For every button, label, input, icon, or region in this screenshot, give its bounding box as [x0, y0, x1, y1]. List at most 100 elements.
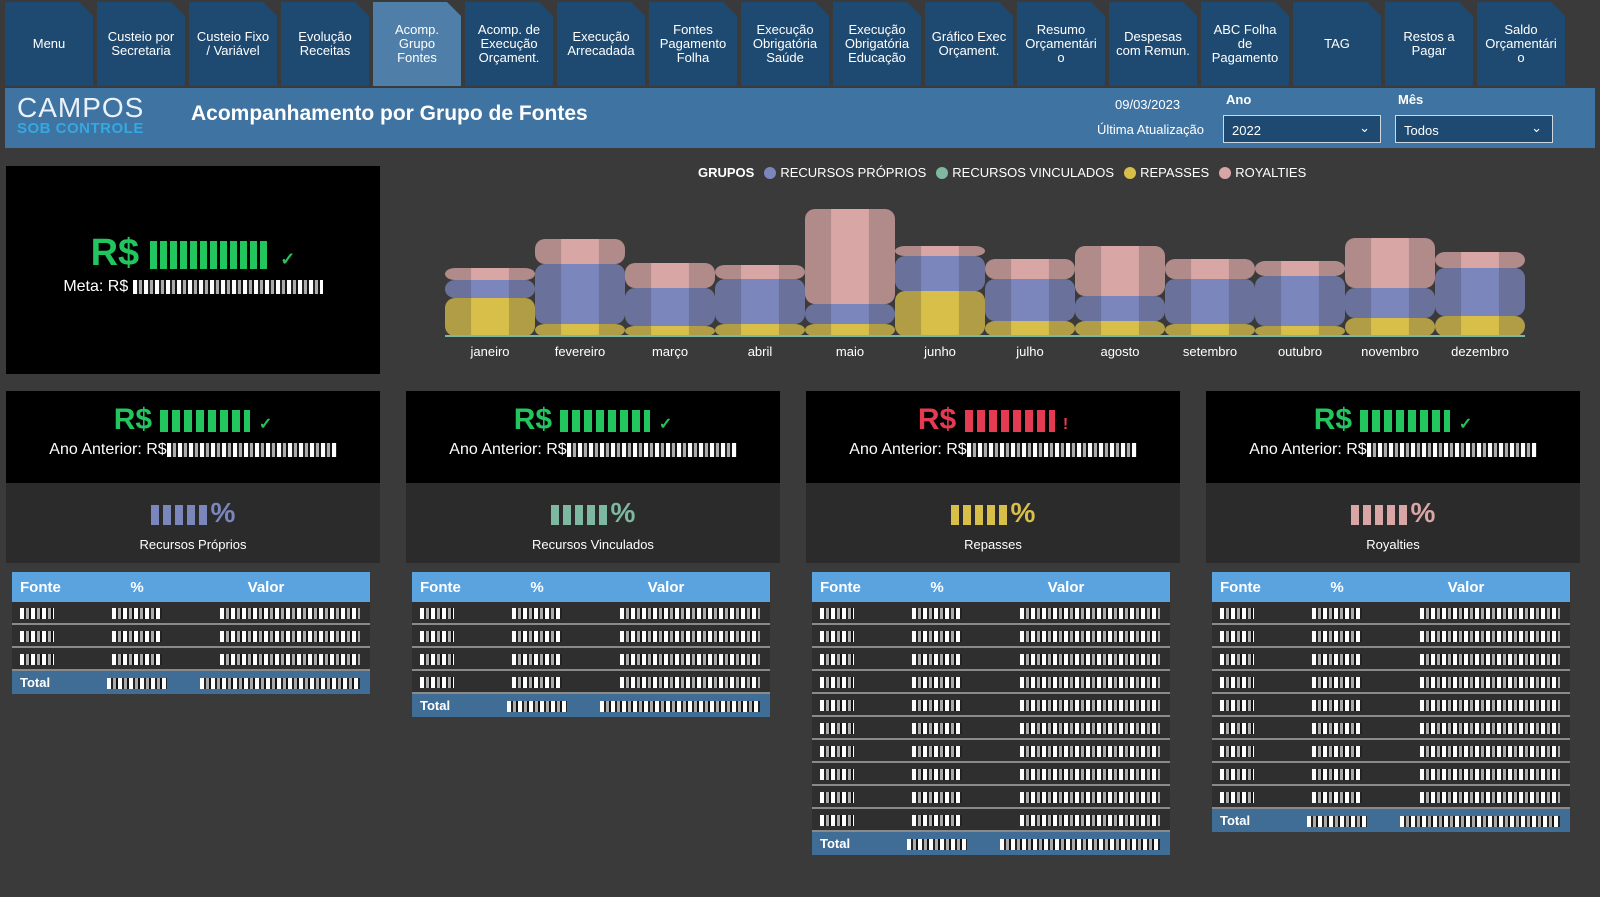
tab-0[interactable]: Menu	[5, 2, 93, 86]
bar-segment	[1371, 318, 1409, 336]
table-row[interactable]	[412, 625, 770, 648]
group-card: R$ ! Ano Anterior: R$% Repasses	[806, 391, 1180, 563]
redacted-cell	[512, 608, 562, 620]
bar-segment	[1101, 321, 1139, 336]
bar-segment	[741, 324, 779, 336]
redacted-pct	[550, 504, 611, 525]
previous-year: Ano Anterior: R$	[1206, 441, 1580, 459]
table-row[interactable]	[812, 717, 1170, 740]
tab-7[interactable]: Fontes Pagamento Folha	[649, 2, 737, 86]
month-label: julho	[1015, 344, 1043, 359]
redacted-cell	[112, 654, 162, 666]
table-row[interactable]	[412, 671, 770, 694]
redacted-cell	[1420, 677, 1560, 689]
tab-5[interactable]: Acomp. de Execução Orçament.	[465, 2, 553, 86]
nav-tabs: Menu Custeio por Secretaria Custeio Fixo /…	[0, 0, 1600, 86]
page-header: CAMPOS SOB CONTROLE Acompanhamento por G…	[5, 88, 1595, 148]
table-row[interactable]	[1212, 717, 1570, 740]
bar-segment	[831, 324, 869, 336]
table-row[interactable]	[412, 648, 770, 671]
bar-segment	[471, 268, 509, 280]
tab-1[interactable]: Custeio por Secretaria	[97, 2, 185, 86]
total-value: R$ ✓	[90, 232, 296, 274]
table-row[interactable]	[812, 648, 1170, 671]
redacted-pct	[1350, 504, 1411, 525]
tab-9[interactable]: Execução Obrigatória Educação	[833, 2, 921, 86]
redacted-cell	[112, 631, 162, 643]
table-row[interactable]	[812, 740, 1170, 763]
tab-4[interactable]: Acomp. Grupo Fontes	[373, 2, 461, 86]
bar-segment	[1011, 279, 1049, 321]
year-select[interactable]: 2022 ⌄	[1223, 115, 1381, 143]
month-label: junho	[923, 344, 956, 359]
table-row[interactable]	[1212, 694, 1570, 717]
legend-dot	[1124, 166, 1137, 179]
redacted-cell	[1312, 677, 1362, 689]
redacted-cell	[620, 631, 760, 643]
redacted-cell	[1220, 746, 1254, 758]
redacted-cell	[1420, 654, 1560, 666]
table-header: Fonte% Valor	[1212, 572, 1570, 602]
month-select[interactable]: Todos ⌄	[1395, 115, 1553, 143]
table-row[interactable]	[812, 809, 1170, 832]
redacted-prev	[166, 442, 337, 457]
redacted-cell	[820, 677, 854, 689]
tab-8[interactable]: Execução Obrigatória Saúde	[741, 2, 829, 86]
table-row[interactable]	[12, 648, 370, 671]
tab-14[interactable]: TAG	[1293, 2, 1381, 86]
table-row[interactable]	[12, 602, 370, 625]
tab-3[interactable]: Evolução Receitas	[281, 2, 369, 86]
status-icon: ✓	[658, 416, 673, 433]
redacted-cell	[1020, 654, 1160, 666]
tab-2[interactable]: Custeio Fixo / Variável	[189, 2, 277, 86]
redacted-value	[560, 410, 651, 433]
redacted-cell	[112, 608, 162, 620]
table-row[interactable]	[1212, 625, 1570, 648]
redacted-cell	[420, 608, 454, 620]
bar-segment	[1191, 279, 1229, 324]
table-row[interactable]	[12, 625, 370, 648]
redacted-cell	[912, 815, 962, 827]
redacted-cell	[912, 631, 962, 643]
redacted-cell	[1020, 769, 1160, 781]
tab-13[interactable]: ABC Folha de Pagamento	[1201, 2, 1289, 86]
table-row[interactable]	[812, 694, 1170, 717]
table-row[interactable]	[1212, 671, 1570, 694]
month-label: março	[652, 344, 688, 359]
redacted-cell	[1020, 700, 1160, 712]
legend-label: ROYALTIES	[1235, 165, 1307, 180]
tab-15[interactable]: Restos a Pagar	[1385, 2, 1473, 86]
table-row[interactable]	[1212, 740, 1570, 763]
table-row[interactable]	[812, 602, 1170, 625]
tab-10[interactable]: Gráfico Exec Orçament.	[925, 2, 1013, 86]
bar-segment	[1011, 321, 1049, 336]
table-row[interactable]	[1212, 648, 1570, 671]
tab-6[interactable]: Execução Arrecadada	[557, 2, 645, 86]
table-row[interactable]	[812, 786, 1170, 809]
chart-legend: GRUPOS RECURSOS PRÓPRIOS RECURSOS VINCULA…	[698, 165, 1307, 180]
redacted-cell	[20, 654, 54, 666]
table-row[interactable]	[1212, 763, 1570, 786]
redacted-cell	[912, 792, 962, 804]
redacted-cell	[1020, 815, 1160, 827]
redacted-cell	[1220, 792, 1254, 804]
month-label: setembro	[1183, 344, 1237, 359]
redacted-cell	[1220, 631, 1254, 643]
previous-year: Ano Anterior: R$	[6, 441, 380, 459]
redacted-cell	[512, 654, 562, 666]
fonte-table: Fonte% Valor Total	[412, 572, 770, 717]
table-row[interactable]	[812, 763, 1170, 786]
tab-16[interactable]: Saldo Orçamentári o	[1477, 2, 1565, 86]
tab-12[interactable]: Despesas com Remun.	[1109, 2, 1197, 86]
bar-segment	[1461, 268, 1499, 316]
table-row[interactable]	[812, 671, 1170, 694]
card-name: Royalties	[1366, 537, 1420, 552]
status-icon: !	[1062, 416, 1069, 433]
table-row[interactable]	[1212, 602, 1570, 625]
redacted-cell	[512, 631, 562, 643]
redacted-cell	[1220, 677, 1254, 689]
table-row[interactable]	[812, 625, 1170, 648]
tab-11[interactable]: Resumo Orçamentári o	[1017, 2, 1105, 86]
table-row[interactable]	[412, 602, 770, 625]
table-row[interactable]	[1212, 786, 1570, 809]
